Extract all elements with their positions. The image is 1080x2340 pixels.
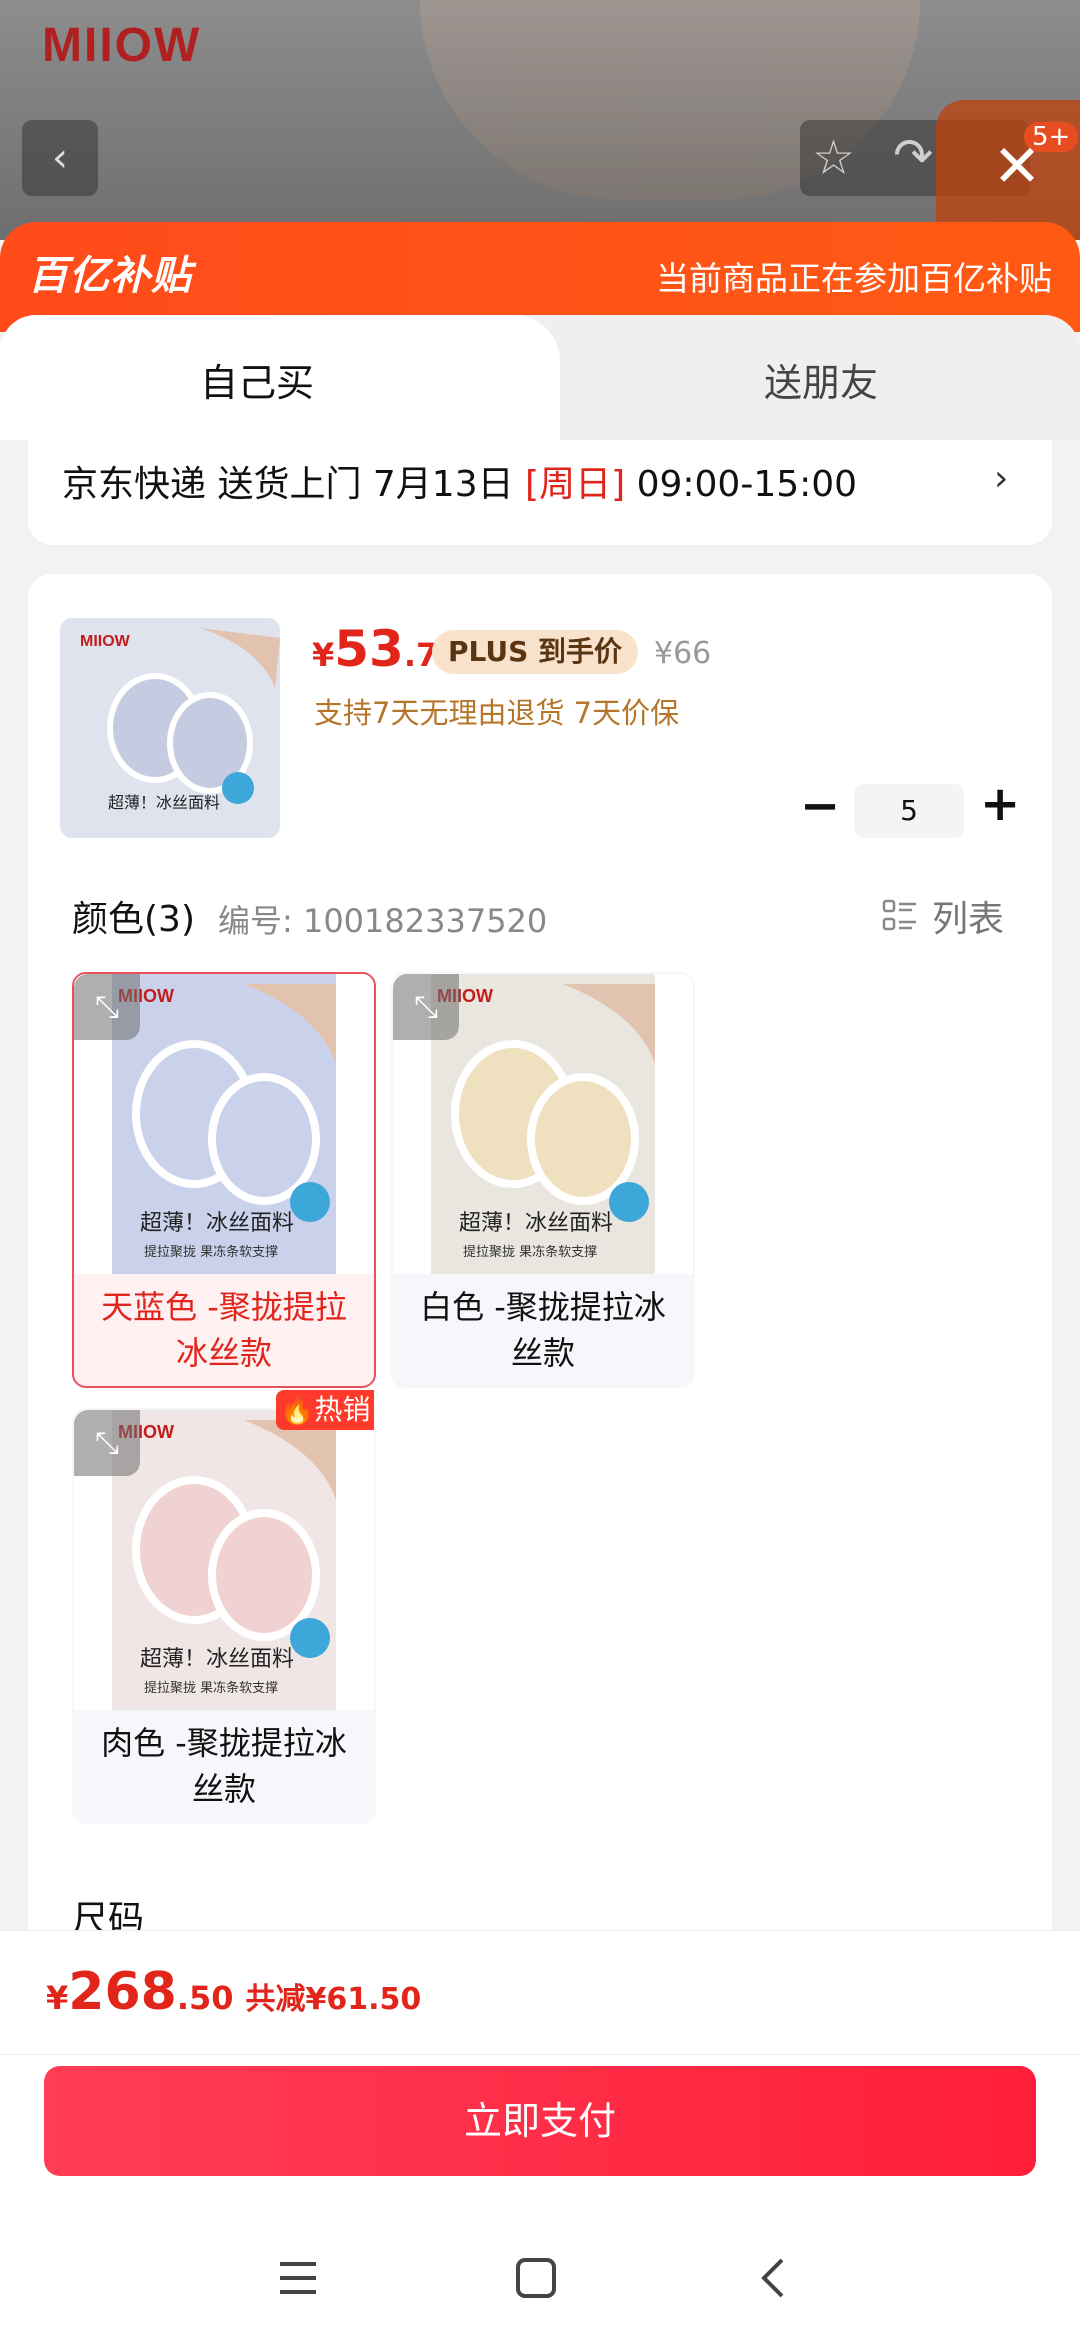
- total-currency: ¥: [46, 1979, 69, 2017]
- color-option-label: 白色 -聚拢提拉冰丝款: [420, 1288, 666, 1372]
- option-image-subcaption: 提拉聚拢 果冻条软支撑: [144, 1244, 278, 1260]
- option-image-subcaption: 提拉聚拢 果冻条软支撑: [144, 1680, 278, 1696]
- svg-text:MIIOW: MIIOW: [80, 633, 131, 650]
- star-icon[interactable]: ☆: [812, 130, 855, 186]
- hot-sale-badge: 🔥热销: [276, 1390, 374, 1430]
- tab-gift-friend-label[interactable]: 送朋友: [764, 352, 878, 407]
- pay-now-button[interactable]: 立即支付: [44, 2066, 1036, 2176]
- list-icon: [882, 899, 916, 931]
- quantity-decrease-button[interactable]: −: [800, 782, 840, 830]
- expand-icon[interactable]: ⤡: [74, 1410, 140, 1476]
- total-decimal: .50: [176, 1979, 234, 2017]
- color-option-nude[interactable]: MIIOW 超薄！冰丝面料 提拉聚拢 果冻条软支撑 ⤡ 肉色 -聚拢提拉冰丝款: [72, 1408, 376, 1824]
- color-option-label: 天蓝色 -聚拢提拉冰丝款: [101, 1288, 347, 1372]
- home-icon-glyph: [516, 2258, 556, 2298]
- option-image-caption: 超薄！冰丝面料: [140, 1647, 294, 1672]
- close-button[interactable]: ✕: [985, 132, 1049, 200]
- option-image: MIIOW 超薄！冰丝面料 提拉聚拢 果冻条软支撑 ⤡: [74, 1410, 374, 1710]
- chevron-left-icon: ‹: [52, 135, 68, 181]
- delivery-time: 09:00-15:00: [625, 464, 858, 505]
- total-integer: 268: [68, 1962, 177, 2022]
- color-section-title: 颜色(3): [72, 899, 195, 940]
- product-thumbnail[interactable]: MIIOW 超薄！冰丝面料: [60, 618, 280, 838]
- divider: [0, 2054, 1080, 2055]
- tab-buy-self-label[interactable]: 自己买: [200, 352, 314, 407]
- delivery-info: 京东快递 送货上门 7月13日 [周日] 09:00-15:00: [62, 455, 857, 507]
- close-icon: ✕: [992, 132, 1042, 200]
- back-icon[interactable]: [744, 2248, 804, 2308]
- share-icon[interactable]: ↷: [893, 128, 933, 184]
- option-image-caption: 超薄！冰丝面料: [140, 1211, 294, 1236]
- option-image: MIIOW 超薄！冰丝面料 提拉聚拢 果冻条软支撑 ⤡: [74, 974, 374, 1274]
- expand-icon[interactable]: ⤡: [393, 974, 459, 1040]
- back-button[interactable]: ‹: [22, 120, 98, 196]
- chevron-right-icon[interactable]: ›: [994, 458, 1008, 499]
- delivery-date: 京东快递 送货上门 7月13日: [62, 464, 526, 505]
- home-icon[interactable]: [506, 2248, 566, 2308]
- color-option-label: 肉色 -聚拢提拉冰丝款: [101, 1724, 347, 1808]
- total-discount: 共减¥61.50: [245, 1982, 422, 2017]
- hot-sale-label: 热销: [314, 1393, 371, 1426]
- original-price: ¥66: [654, 636, 712, 671]
- quantity-increase-button[interactable]: +: [980, 780, 1020, 828]
- menu-icon[interactable]: [268, 2248, 328, 2308]
- price-integer: 53: [334, 620, 404, 678]
- color-option-white[interactable]: MIIOW 超薄！冰丝面料 提拉聚拢 果冻条软支撑 ⤡ 白色 -聚拢提拉冰丝款: [391, 972, 695, 1388]
- total-price: ¥ 268 .50 共减¥61.50: [46, 1962, 421, 2022]
- sku-number: 编号: 100182337520: [218, 902, 548, 940]
- list-view-label: 列表: [932, 899, 1005, 940]
- flame-icon: 🔥: [279, 1393, 315, 1426]
- delivery-weekday: [周日]: [525, 464, 626, 505]
- subsidy-notice: 当前商品正在参加百亿补贴: [656, 259, 1052, 298]
- brand-logo: MIIOW: [42, 19, 202, 72]
- option-image-subcaption: 提拉聚拢 果冻条软支撑: [463, 1244, 597, 1260]
- price-currency: ¥: [312, 636, 335, 674]
- svg-text:超薄！冰丝面料: 超薄！冰丝面料: [108, 793, 220, 812]
- expand-icon[interactable]: ⤡: [74, 974, 140, 1040]
- option-image: MIIOW 超薄！冰丝面料 提拉聚拢 果冻条软支撑 ⤡: [393, 974, 693, 1274]
- product-price: ¥ 53 .7: [312, 620, 438, 678]
- plus-price-tag: PLUS 到手价: [432, 630, 639, 674]
- service-guarantee: 支持7天无理由退货 7天价保: [314, 696, 680, 730]
- list-view-toggle[interactable]: 列表: [882, 890, 1004, 942]
- color-option-sky-blue[interactable]: MIIOW 超薄！冰丝面料 提拉聚拢 果冻条软支撑 ⤡ 天蓝色 -聚拢提拉冰丝款: [72, 972, 376, 1388]
- product-thumbnail-image: MIIOW 超薄！冰丝面料: [60, 618, 280, 838]
- menu-icon-glyph: [280, 2262, 316, 2294]
- subsidy-logo: 百亿补贴: [28, 253, 192, 299]
- quantity-input[interactable]: 5: [854, 784, 964, 838]
- back-icon-glyph: [761, 2258, 784, 2298]
- option-image-caption: 超薄！冰丝面料: [459, 1211, 613, 1236]
